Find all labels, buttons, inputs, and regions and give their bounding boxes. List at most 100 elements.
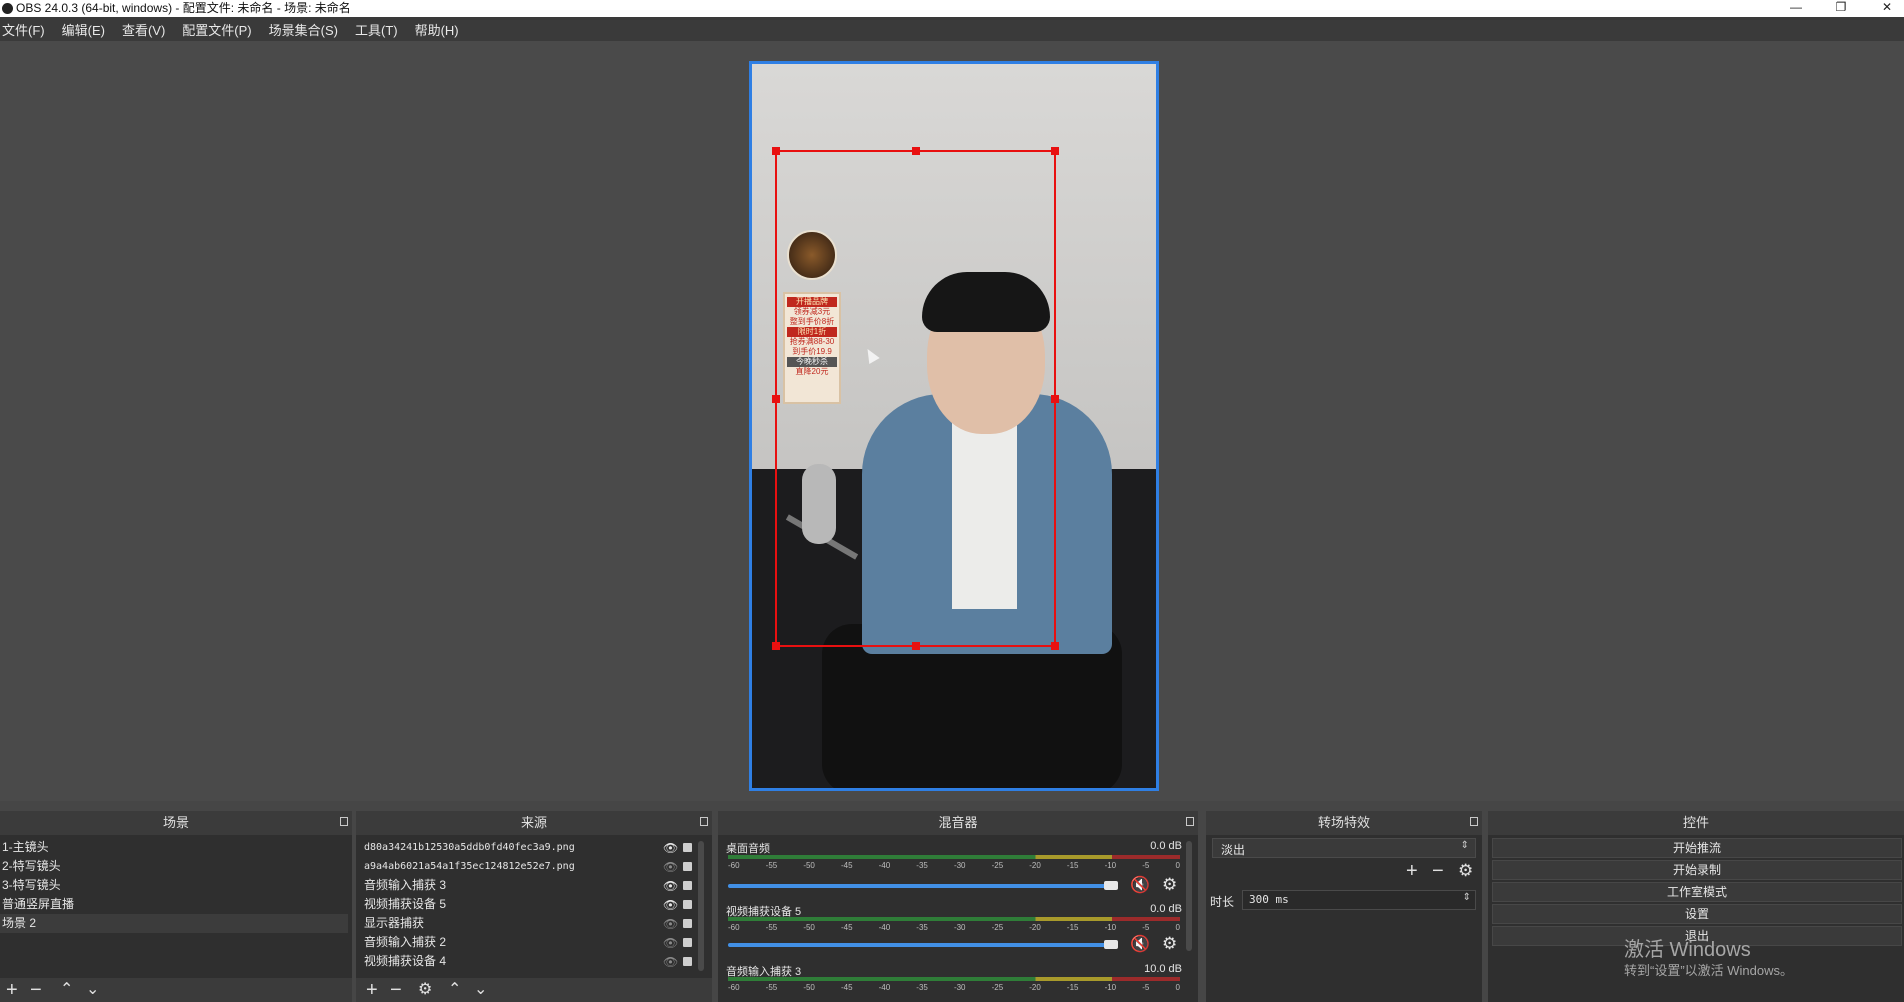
source-properties-gear-icon[interactable]: ⚙: [418, 979, 432, 1001]
resize-handle-top-left[interactable]: [772, 147, 780, 155]
visibility-eye-icon[interactable]: 👁: [663, 898, 678, 912]
meter-tick: -55: [765, 923, 778, 932]
meter-ticks: -60 -55 -50 -45 -40 -35 -30 -25 -20 -15 -10 -5 0: [728, 923, 1180, 932]
watermark-line1: 激活 Windows: [1624, 939, 1751, 961]
visibility-eye-icon[interactable]: 👁: [663, 841, 678, 855]
menu-bar: 文件(F) 编辑(E) 查看(V) 配置文件(P) 场景集合(S) 工具(T) …: [0, 17, 1904, 41]
source-item[interactable]: 视频捕获设备 5: [364, 895, 446, 914]
scene-item[interactable]: 普通竖屏直播: [2, 895, 74, 914]
mixer-scrollbar[interactable]: [1186, 841, 1192, 951]
close-button[interactable]: ✕: [1872, 0, 1902, 17]
scene-item[interactable]: 1-主镜头: [2, 838, 49, 857]
menu-help[interactable]: 帮助(H): [415, 20, 459, 39]
windows-activation-watermark: 激活 Windows 转到“设置”以激活 Windows。: [1624, 938, 1793, 980]
add-transition-icon[interactable]: +: [1406, 860, 1418, 882]
move-up-icon[interactable]: ⌃: [448, 979, 461, 1001]
muted-speaker-icon[interactable]: 🔇: [1130, 875, 1150, 895]
sources-toolbar: + − ⚙ ⌃ ⌄: [356, 978, 712, 1002]
lock-icon[interactable]: [683, 938, 692, 947]
meter-tick: -10: [1104, 983, 1117, 992]
dock-float-icon[interactable]: [1186, 817, 1194, 826]
lock-icon[interactable]: [683, 957, 692, 966]
visibility-eye-off-icon[interactable]: 👁: [663, 860, 678, 874]
resize-handle-right[interactable]: [1051, 395, 1059, 403]
remove-source-icon[interactable]: −: [390, 979, 402, 1001]
volume-slider-thumb[interactable]: [1104, 881, 1118, 890]
lock-icon[interactable]: [683, 881, 692, 890]
visibility-eye-icon[interactable]: 👁: [663, 879, 678, 893]
volume-meter: [728, 977, 1180, 981]
move-down-icon[interactable]: ⌄: [86, 979, 99, 1001]
menu-view[interactable]: 查看(V): [122, 20, 165, 39]
volume-slider-thumb[interactable]: [1104, 940, 1118, 949]
meter-ticks: -60 -55 -50 -45 -40 -35 -30 -25 -20 -15 -10 -5 0: [728, 861, 1180, 870]
start-streaming-button[interactable]: 开始推流: [1492, 838, 1902, 858]
meter-tick: -25: [991, 923, 1004, 932]
visibility-eye-off-icon[interactable]: 👁: [663, 936, 678, 950]
lock-icon[interactable]: [683, 843, 692, 852]
source-item[interactable]: d80a34241b12530a5ddb0fd40fec3a9.png: [364, 838, 575, 857]
scene-item-selected[interactable]: 场景 2: [0, 914, 348, 933]
restore-button[interactable]: ❐: [1826, 0, 1856, 17]
studio-mode-button[interactable]: 工作室模式: [1492, 882, 1902, 902]
duration-spinbox[interactable]: 300 ms ⇕: [1242, 890, 1476, 910]
transition-properties-gear-icon[interactable]: ⚙: [1458, 860, 1473, 882]
menu-scene-collection[interactable]: 场景集合(S): [269, 20, 338, 39]
channel-settings-gear-icon[interactable]: ⚙: [1162, 934, 1177, 954]
meter-tick: -40: [878, 983, 891, 992]
menu-file[interactable]: 文件(F): [2, 20, 45, 39]
volume-slider[interactable]: [728, 884, 1118, 888]
meter-tick: 0: [1175, 861, 1180, 870]
meter-tick: -20: [1029, 923, 1041, 932]
resize-handle-top-right[interactable]: [1051, 147, 1059, 155]
settings-button[interactable]: 设置: [1492, 904, 1902, 924]
dock-float-icon[interactable]: [340, 817, 348, 826]
meter-ticks: -60 -55 -50 -45 -40 -35 -30 -25 -20 -15 -10 -5 0: [728, 983, 1180, 992]
channel-settings-gear-icon[interactable]: ⚙: [1162, 875, 1177, 895]
meter-tick: -45: [840, 983, 853, 992]
scene-item[interactable]: 2-特写镜头: [2, 857, 61, 876]
source-item[interactable]: 视频捕获设备 4: [364, 952, 446, 971]
resize-handle-top[interactable]: [912, 147, 920, 155]
visibility-eye-off-icon[interactable]: 👁: [663, 955, 678, 969]
resize-handle-left[interactable]: [772, 395, 780, 403]
minimize-button[interactable]: —: [1781, 0, 1811, 17]
remove-transition-icon[interactable]: −: [1432, 860, 1444, 882]
visibility-eye-off-icon[interactable]: 👁: [663, 917, 678, 931]
volume-slider[interactable]: [728, 943, 1118, 947]
menu-tools[interactable]: 工具(T): [355, 20, 398, 39]
meter-tick: -35: [916, 861, 928, 870]
watermark-line2: 转到“设置”以激活 Windows。: [1624, 963, 1794, 978]
source-item[interactable]: 音频输入捕获 3: [364, 876, 446, 895]
start-recording-button[interactable]: 开始录制: [1492, 860, 1902, 880]
add-source-icon[interactable]: +: [366, 979, 378, 1001]
meter-tick: -5: [1142, 923, 1150, 932]
meter-tick: -20: [1029, 983, 1041, 992]
spin-arrows-icon[interactable]: ⇕: [1463, 892, 1471, 903]
add-scene-icon[interactable]: +: [6, 979, 18, 1001]
sources-scrollbar[interactable]: [698, 841, 704, 971]
transitions-dock: 转场特效 淡出 ⇕ + − ⚙ 时长 300 ms ⇕: [1206, 811, 1482, 1002]
source-item[interactable]: 显示器捕获: [364, 914, 424, 933]
scenes-toolbar: + − ⌃ ⌄: [0, 978, 352, 1002]
source-item[interactable]: 音频输入捕获 2: [364, 933, 446, 952]
resize-handle-bottom[interactable]: [912, 642, 920, 650]
resize-handle-bottom-right[interactable]: [1051, 642, 1059, 650]
resize-handle-bottom-left[interactable]: [772, 642, 780, 650]
move-down-icon[interactable]: ⌄: [474, 979, 487, 1001]
scenes-title: 场景: [0, 811, 352, 835]
lock-icon[interactable]: [683, 900, 692, 909]
muted-speaker-icon[interactable]: 🔇: [1130, 934, 1150, 954]
menu-edit[interactable]: 编辑(E): [62, 20, 105, 39]
scene-item[interactable]: 3-特写镜头: [2, 876, 61, 895]
dock-float-icon[interactable]: [700, 817, 708, 826]
lock-icon[interactable]: [683, 919, 692, 928]
remove-scene-icon[interactable]: −: [30, 979, 42, 1001]
transition-select[interactable]: 淡出 ⇕: [1212, 838, 1476, 858]
source-selection-box[interactable]: [772, 147, 1059, 650]
menu-profile[interactable]: 配置文件(P): [182, 20, 251, 39]
lock-icon[interactable]: [683, 862, 692, 871]
move-up-icon[interactable]: ⌃: [60, 979, 73, 1001]
dock-float-icon[interactable]: [1470, 817, 1478, 826]
source-item[interactable]: a9a4ab6021a54a1f35ec124812e52e7.png: [364, 857, 575, 876]
